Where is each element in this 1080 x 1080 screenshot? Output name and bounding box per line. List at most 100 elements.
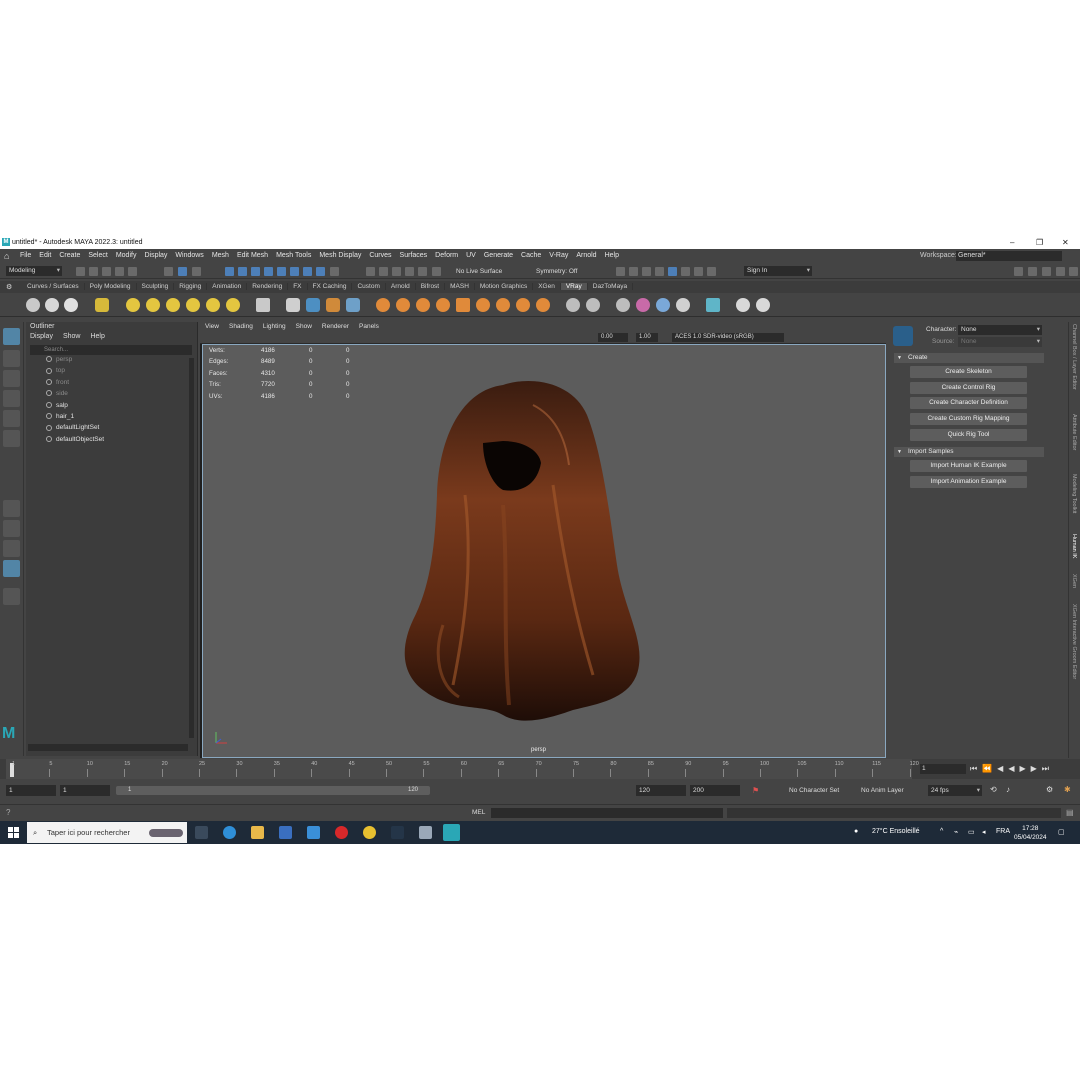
vray-render-icon[interactable]	[694, 267, 703, 276]
vray-uv-icon[interactable]	[516, 298, 530, 312]
sign-in-dropdown[interactable]: Sign In ▾	[744, 266, 812, 276]
vray-sphere-light-icon[interactable]	[166, 298, 180, 312]
file-explorer-icon[interactable]	[251, 826, 264, 839]
tray-expand-icon[interactable]: ^	[940, 828, 943, 835]
shelf-tab-motion-graphics[interactable]: Motion Graphics	[475, 283, 534, 290]
close-button[interactable]: ✕	[1062, 238, 1069, 247]
panel-layout-icon[interactable]	[1028, 267, 1037, 276]
hair-model[interactable]	[203, 345, 886, 758]
time-ruler[interactable]: 1 5 10 15 20 25 30 35 40 45 50 55 60 65 70 75 80 85 90 95 1…	[6, 759, 919, 779]
layout-icon[interactable]	[1014, 267, 1023, 276]
open-scene-icon[interactable]	[89, 267, 98, 276]
viewport-menu-panels[interactable]: Panels	[359, 322, 379, 332]
menu-windows[interactable]: Windows	[175, 252, 203, 259]
vray-color-icon[interactable]	[636, 298, 650, 312]
store-icon[interactable]	[279, 826, 292, 839]
outliner-item[interactable]: hair_1	[46, 413, 104, 424]
outliner-menu-show[interactable]: Show	[63, 333, 81, 340]
menu-curves[interactable]: Curves	[369, 252, 391, 259]
steam-icon[interactable]	[391, 826, 404, 839]
vray-ies-light-icon[interactable]	[206, 298, 220, 312]
single-pane-icon[interactable]	[3, 500, 20, 517]
shelf-tab-custom[interactable]: Custom	[352, 283, 386, 290]
shelf-tab-arnold[interactable]: Arnold	[386, 283, 416, 290]
vray-mesh-light-icon[interactable]	[186, 298, 200, 312]
render-settings-icon[interactable]	[642, 267, 651, 276]
new-scene-icon[interactable]	[76, 267, 85, 276]
magnet-icon[interactable]	[392, 267, 401, 276]
sound-icon[interactable]: ♪	[1006, 785, 1010, 794]
shelf-tab-fx[interactable]: FX	[288, 283, 308, 290]
menu-generate[interactable]: Generate	[484, 252, 513, 259]
play-forward-icon[interactable]: ▶	[1019, 764, 1025, 774]
outliner-menu-help[interactable]: Help	[90, 333, 104, 340]
menu-help[interactable]: Help	[605, 252, 619, 259]
outliner-item[interactable]: defaultLightSet	[46, 424, 104, 435]
task-view-icon[interactable]	[195, 826, 208, 839]
pause-icon[interactable]	[707, 267, 716, 276]
shelf-tab-vray[interactable]: VRay	[560, 283, 588, 290]
four-pane-icon[interactable]	[3, 520, 20, 537]
source-dropdown[interactable]: None ▾	[958, 337, 1042, 347]
vray-blend-icon[interactable]	[416, 298, 430, 312]
restore-button[interactable]: ❐	[1036, 238, 1043, 247]
vray-material-icon[interactable]	[376, 298, 390, 312]
viewport-menu-view[interactable]: View	[205, 322, 219, 332]
shelf-tab-bifrost[interactable]: Bifrost	[416, 283, 446, 290]
vray-lightmtl-icon[interactable]	[396, 298, 410, 312]
character-dropdown[interactable]: None ▾	[958, 325, 1042, 335]
windows-start-icon[interactable]	[8, 827, 19, 838]
shelf-tab-daztomaya[interactable]: DazToMaya	[588, 283, 634, 290]
outliner-item[interactable]: salp	[46, 402, 104, 413]
playback-start-field[interactable]: 1	[60, 785, 110, 796]
menu-surfaces[interactable]: Surfaces	[400, 252, 428, 259]
vray-toon-icon[interactable]	[436, 298, 450, 312]
snap-point-icon[interactable]	[251, 267, 260, 276]
snap-curve-icon[interactable]	[238, 267, 247, 276]
two-pane-icon[interactable]	[3, 540, 20, 557]
search-icon[interactable]	[3, 588, 20, 605]
vray-proxy-icon[interactable]	[286, 298, 300, 312]
outliner-menu-display[interactable]: Display	[30, 333, 53, 340]
maya-taskbar-icon[interactable]	[443, 824, 460, 841]
step-forward-frame-icon[interactable]: ▶	[1031, 764, 1037, 774]
move-tool-icon[interactable]	[3, 390, 20, 407]
attribute-editor-icon[interactable]	[1042, 267, 1051, 276]
play-backward-icon[interactable]: ◀	[1008, 764, 1014, 774]
home-icon[interactable]: ⌂	[4, 251, 9, 261]
mel-label[interactable]: MEL	[472, 809, 485, 816]
notification-icon[interactable]: ▢	[1058, 828, 1065, 836]
colorspace-dropdown[interactable]: ACES 1.0 SDR-video (sRGB)	[672, 333, 784, 342]
volume-icon[interactable]: ◂	[982, 828, 986, 836]
lasso-tool-icon[interactable]	[3, 350, 20, 367]
viewport-menu-show[interactable]: Show	[296, 322, 312, 332]
construction-history-icon[interactable]	[379, 267, 388, 276]
weather-icon[interactable]: ●	[854, 828, 858, 835]
outliner-item[interactable]: persp	[46, 356, 104, 367]
go-to-start-icon[interactable]: ⏮	[970, 764, 977, 774]
battery-icon[interactable]: ▭	[968, 828, 975, 836]
outliner-item[interactable]: defaultObjectSet	[46, 436, 104, 447]
side-tab-xgen[interactable]: XGen	[1071, 574, 1077, 588]
snap-pivot-icon[interactable]	[316, 267, 325, 276]
vray-hair-icon[interactable]	[476, 298, 490, 312]
menu-mesh[interactable]: Mesh	[212, 252, 229, 259]
shelf-tab-mash[interactable]: MASH	[445, 283, 475, 290]
command-input[interactable]	[491, 808, 723, 818]
tool-settings-icon[interactable]	[1056, 267, 1065, 276]
side-tab-attribute-editor[interactable]: Attribute Editor	[1071, 414, 1077, 450]
anim-layer-dropdown[interactable]: No Anim Layer	[858, 785, 914, 796]
range-bar[interactable]: 1 120	[116, 786, 430, 795]
shelf-tab-poly-modeling[interactable]: Poly Modeling	[85, 283, 137, 290]
vray-enmesh-icon[interactable]	[566, 298, 580, 312]
snap-grid-icon[interactable]	[225, 267, 234, 276]
quick-rig-tool-button[interactable]: Quick Rig Tool	[910, 428, 1027, 441]
menu-edit[interactable]: Edit	[39, 252, 51, 259]
mode-dropdown[interactable]: Modeling ▾	[6, 266, 62, 276]
vray-grid-icon[interactable]	[456, 298, 470, 312]
vray-plane-icon[interactable]	[256, 298, 270, 312]
menu-file[interactable]: File	[20, 252, 31, 259]
menu-mesh-display[interactable]: Mesh Display	[319, 252, 361, 259]
snap-surface-icon[interactable]	[277, 267, 286, 276]
import-human-ik-example-button[interactable]: Import Human IK Example	[910, 460, 1027, 472]
